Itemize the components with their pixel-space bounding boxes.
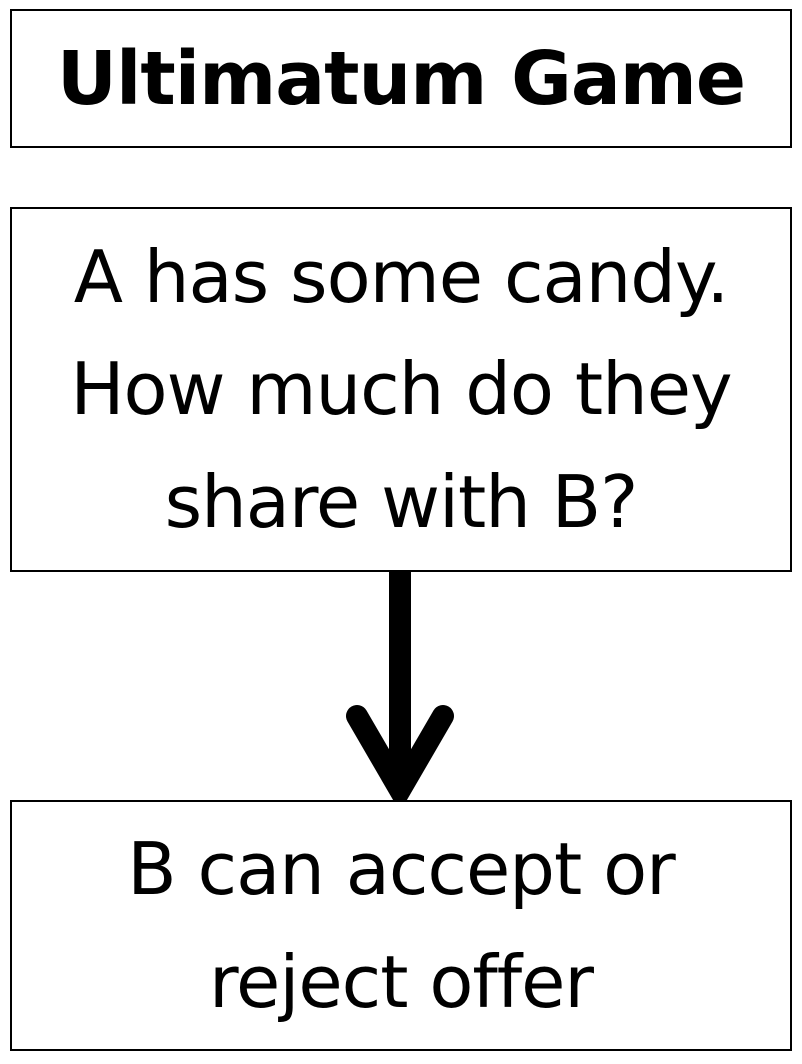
step-text-response: B can accept or reject offer: [127, 827, 676, 1024]
step-box-response: B can accept or reject offer: [10, 800, 792, 1051]
title-box: Ultimatum Game: [10, 9, 792, 148]
diagram-title: Ultimatum Game: [56, 35, 746, 122]
step-box-offer: A has some candy. How much do they share…: [10, 207, 792, 572]
step-text-offer: A has some candy. How much do they share…: [70, 235, 732, 544]
